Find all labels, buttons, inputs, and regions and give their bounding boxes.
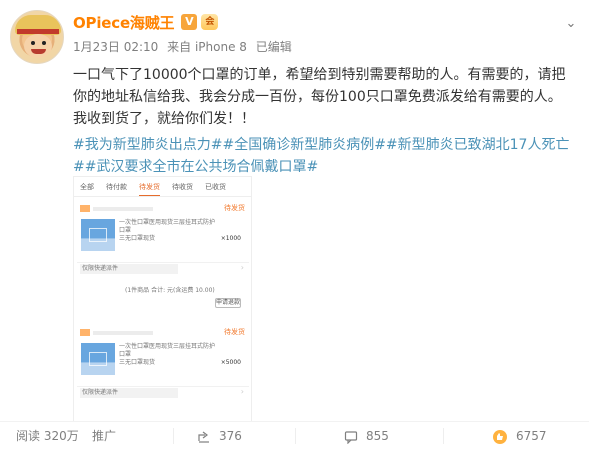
shop-name: [93, 331, 153, 335]
delivery-note: 仅限快递派件: [80, 264, 178, 274]
divider: [173, 428, 174, 444]
divider: [443, 428, 444, 444]
order-header: 待发货: [77, 326, 249, 340]
read-count: 阅读 320万: [16, 429, 79, 443]
like-count: 6757: [516, 429, 547, 443]
product-spec: 三无口罩现货: [119, 235, 156, 242]
post-source: 来自 iPhone 8: [167, 40, 247, 54]
order-card: 待发货 一次性口罩医用现货三层挂耳式防护口罩 三无口罩现货 ×1000 仅限快递…: [77, 201, 249, 321]
tab-to-ship: 待发货: [139, 177, 160, 196]
share-count: 376: [219, 429, 242, 443]
product-spec: 三无口罩现货: [119, 359, 156, 366]
post-topics[interactable]: #我为新型肺炎出点力##全国确诊新型肺炎病例##新型肺炎已致湖北17人死亡##武…: [73, 134, 573, 178]
username[interactable]: OPiece海贼王: [73, 12, 175, 33]
divider: [77, 386, 249, 387]
post-meta: 1月23日 02:10 来自 iPhone 8 已编辑: [73, 38, 579, 55]
comment-icon: [344, 430, 358, 444]
refund-button: 申请退款: [215, 298, 241, 308]
tab-to-pay: 待付款: [106, 183, 127, 191]
avatar-eye: [31, 41, 35, 45]
mask-icon: [89, 228, 107, 242]
verified-badge-icon: V: [181, 14, 198, 30]
like-icon: [493, 429, 507, 444]
product-quantity: ×5000: [220, 359, 241, 366]
product-description: 一次性口罩医用现货三层挂耳式防护口罩 三无口罩现货: [119, 219, 215, 243]
avatar-eye: [42, 41, 46, 45]
product-name: 一次性口罩医用现货三层挂耳式防护口罩: [119, 219, 216, 234]
order-status: 待发货: [224, 328, 245, 336]
tab-received: 已收货: [205, 183, 226, 191]
tab-to-receive: 待收货: [172, 183, 193, 191]
product-thumbnail: [81, 219, 115, 251]
share-button[interactable]: 376: [197, 422, 242, 450]
avatar-face: [24, 34, 52, 58]
product-quantity: ×1000: [220, 235, 241, 242]
product-thumbnail: [81, 343, 115, 375]
chevron-right-icon: ›: [240, 387, 244, 396]
comment-count: 855: [366, 429, 389, 443]
delivery-note: 仅限快递派件: [80, 388, 178, 398]
promote-button[interactable]: 推广: [92, 422, 116, 450]
post-content: 一口气下了10000个口罩的订单，希望给到特别需要帮助的人。有需要的，请把你的地…: [73, 67, 566, 127]
chevron-right-icon: ›: [240, 263, 244, 272]
more-icon[interactable]: ⌄: [563, 16, 579, 32]
order-summary: (1件商品 合计: 元(含运费 10.00): [125, 287, 215, 294]
divider: [77, 262, 249, 263]
order-status: 待发货: [224, 204, 245, 212]
shop-icon: [80, 205, 90, 212]
avatar[interactable]: [10, 10, 64, 64]
post-edited[interactable]: 已编辑: [256, 40, 292, 54]
comment-button[interactable]: 855: [344, 422, 389, 450]
tab-all: 全部: [80, 183, 94, 191]
like-button[interactable]: 6757: [492, 422, 547, 450]
post-header: OPiece海贼王 V 会 1月23日 02:10 来自 iPhone 8 已编…: [73, 10, 579, 60]
product-description: 一次性口罩医用现货三层挂耳式防护口罩 三无口罩现货: [119, 343, 215, 367]
action-bar: 阅读 320万 推广 376 855 6757: [0, 421, 589, 450]
order-tabs: 全部 待付款 待发货 待收货 已收货: [74, 177, 251, 197]
post-date[interactable]: 1月23日 02:10: [73, 40, 158, 54]
shop-name: [93, 207, 153, 211]
vip-badge-icon: 会: [201, 14, 219, 30]
name-row: OPiece海贼王 V 会: [73, 10, 579, 34]
product-name: 一次性口罩医用现货三层挂耳式防护口罩: [119, 343, 216, 358]
divider: [295, 428, 296, 444]
share-icon: [198, 431, 209, 443]
order-header: 待发货: [77, 202, 249, 216]
mask-icon: [89, 352, 107, 366]
order-card: 待发货 一次性口罩医用现货三层挂耳式防护口罩 三无口罩现货 ×5000 仅限快递…: [77, 325, 249, 421]
shop-icon: [80, 329, 90, 336]
order-screenshot[interactable]: 全部 待付款 待发货 待收货 已收货 待发货 一次性口罩医用现货三层挂耳式防护口…: [73, 176, 252, 422]
